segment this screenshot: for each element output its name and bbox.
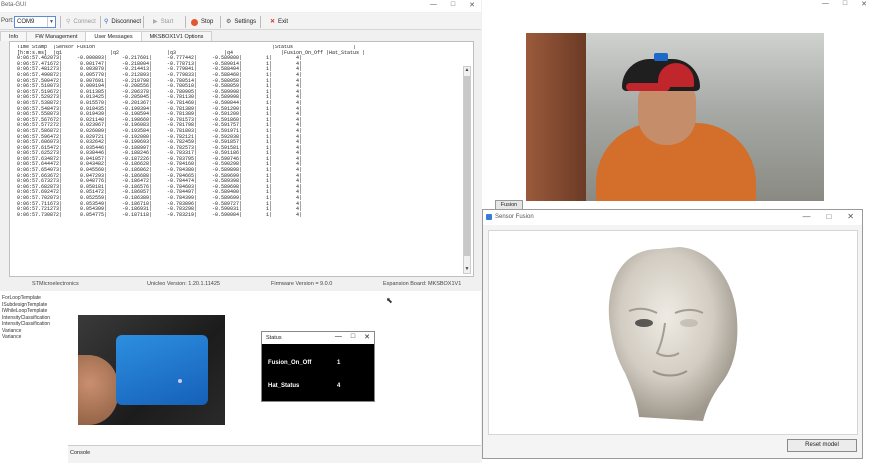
toolbar-separator	[260, 16, 261, 28]
sensor-fusion-title-bar: Sensor Fusion — □ ✕	[483, 210, 862, 225]
firmware-version: Firmware Version = 9.0.0	[271, 281, 333, 287]
reset-model-button[interactable]: Reset model	[787, 439, 857, 452]
close-icon: ✕	[270, 19, 276, 25]
play-icon: ▶	[153, 19, 158, 25]
sensor-fusion-title: Sensor Fusion	[495, 214, 534, 220]
gear-icon: ⚙	[226, 19, 232, 25]
port-label: Port:	[1, 18, 14, 24]
chevron-down-icon[interactable]: ▼	[47, 17, 55, 27]
minimize-button[interactable]: —	[335, 333, 342, 341]
minimize-button[interactable]: —	[802, 212, 810, 221]
disconnect-button[interactable]: ⚲ Disconnect	[104, 16, 141, 28]
close-button[interactable]: ✕	[847, 212, 854, 221]
start-button[interactable]: ▶ Start	[153, 16, 173, 28]
exit-button[interactable]: ✕ Exit	[270, 16, 288, 28]
list-item[interactable]: Variance	[2, 334, 50, 341]
app-title-bar: Beta-GUI — □ ✕	[0, 0, 481, 12]
stop-icon	[191, 18, 198, 26]
status-window-title: Status	[266, 335, 282, 341]
status-bar: STMicroelectronics Unicleo Version: 1.20…	[0, 278, 481, 290]
scroll-up-icon[interactable]: ▲	[464, 67, 470, 74]
toolbar-separator	[185, 16, 186, 28]
status-window: Status — □ ✕ Fusion_On_Off 1 Hat_Status …	[261, 331, 375, 402]
stop-button[interactable]: Stop	[191, 16, 213, 28]
log-row: 0:06:57.730872| 0.054775| -0.187118| -0.…	[14, 211, 303, 218]
log-rows: 0:06:57.462073| -0.000893| -0.217601| -0…	[14, 56, 461, 218]
message-log[interactable]: Time Stamp |Sensor Fusion |Status | [h:m…	[14, 45, 461, 273]
toolbar-separator	[100, 16, 101, 28]
console-label: Console	[70, 450, 91, 456]
app-title: Beta-GUI	[1, 2, 27, 8]
lower-workspace: ForLoopTemplate ISubdesignTemplate IWhileL…	[0, 291, 481, 463]
connect-button[interactable]: ⚲ Connect	[66, 16, 96, 28]
port-value: COM9	[17, 19, 35, 25]
sensor-board	[116, 335, 208, 405]
head-model-canvas[interactable]	[488, 230, 858, 435]
app-icon	[486, 214, 492, 220]
fusion-on-off-label: Fusion_On_Off	[268, 360, 312, 366]
app-window: Beta-GUI — □ ✕ Port: COM9 ▼ ⚲ Connect ⚲ …	[0, 0, 481, 290]
expansion-board: Expansion Board: MKSBOX1V1	[383, 281, 462, 287]
hat-status-label: Hat_Status	[268, 383, 300, 389]
sensor-board-photo	[78, 315, 225, 425]
vendor-label: STMicroelectronics	[32, 281, 79, 287]
list-item[interactable]: IWhileLoopTemplate	[2, 308, 50, 315]
close-button[interactable]: ✕	[861, 0, 867, 8]
head-model-icon	[608, 247, 738, 421]
toolbar-separator	[60, 16, 61, 28]
settings-button[interactable]: ⚙ Settings	[226, 16, 256, 28]
right-window-title-bar: — □ ✕	[482, 0, 873, 9]
user-messages-panel: Time Stamp |Sensor Fusion |Status | [h:m…	[9, 41, 474, 277]
list-item[interactable]: IntensityClassification	[2, 321, 50, 328]
webcam-video	[526, 33, 824, 201]
maximize-button[interactable]: □	[451, 1, 455, 9]
status-window-title-bar: Status — □ ✕	[262, 332, 374, 344]
scroll-down-icon[interactable]: ▼	[464, 266, 470, 273]
scrollbar-thumb[interactable]	[464, 76, 470, 256]
close-button[interactable]: ✕	[364, 333, 370, 341]
tab-info[interactable]: Info	[0, 31, 28, 41]
connect-icon: ⚲	[66, 19, 71, 25]
mouse-cursor-icon: ⬉	[386, 296, 393, 305]
disconnect-icon: ⚲	[104, 19, 109, 25]
maximize-button[interactable]: □	[351, 333, 355, 341]
maximize-button[interactable]: □	[843, 0, 847, 8]
log-scrollbar[interactable]: ▲ ▼	[463, 66, 471, 274]
tab-mksbox-options[interactable]: MKSBOX1V1 Options	[140, 31, 213, 41]
maximize-button[interactable]: □	[826, 212, 831, 221]
port-select[interactable]: COM9 ▼	[14, 16, 56, 28]
hat-sensor	[654, 53, 668, 61]
minimize-button[interactable]: —	[822, 0, 829, 8]
toolbar-separator	[143, 16, 144, 28]
fusion-on-off-value: 1	[337, 360, 341, 366]
hat-status-value: 4	[337, 383, 341, 389]
console-bar[interactable]: Console	[68, 445, 481, 463]
toolbar-separator	[220, 16, 221, 28]
template-list: ForLoopTemplate ISubdesignTemplate IWhileL…	[2, 295, 50, 341]
tab-user-messages[interactable]: User Messages	[85, 31, 142, 41]
tab-bar: Info FW Management User Messages MKSBOX1…	[0, 31, 213, 41]
tab-fw-management[interactable]: FW Management	[26, 31, 87, 41]
toolbar: Port: COM9 ▼ ⚲ Connect ⚲ Disconnect ▶ St…	[0, 13, 481, 30]
unicleo-version: Unicleo Version: 1.20.1.11425	[147, 281, 220, 287]
sensor-fusion-window: Sensor Fusion — □ ✕ Reset model	[482, 209, 863, 459]
close-button[interactable]: ✕	[469, 1, 475, 9]
minimize-button[interactable]: —	[430, 1, 437, 9]
